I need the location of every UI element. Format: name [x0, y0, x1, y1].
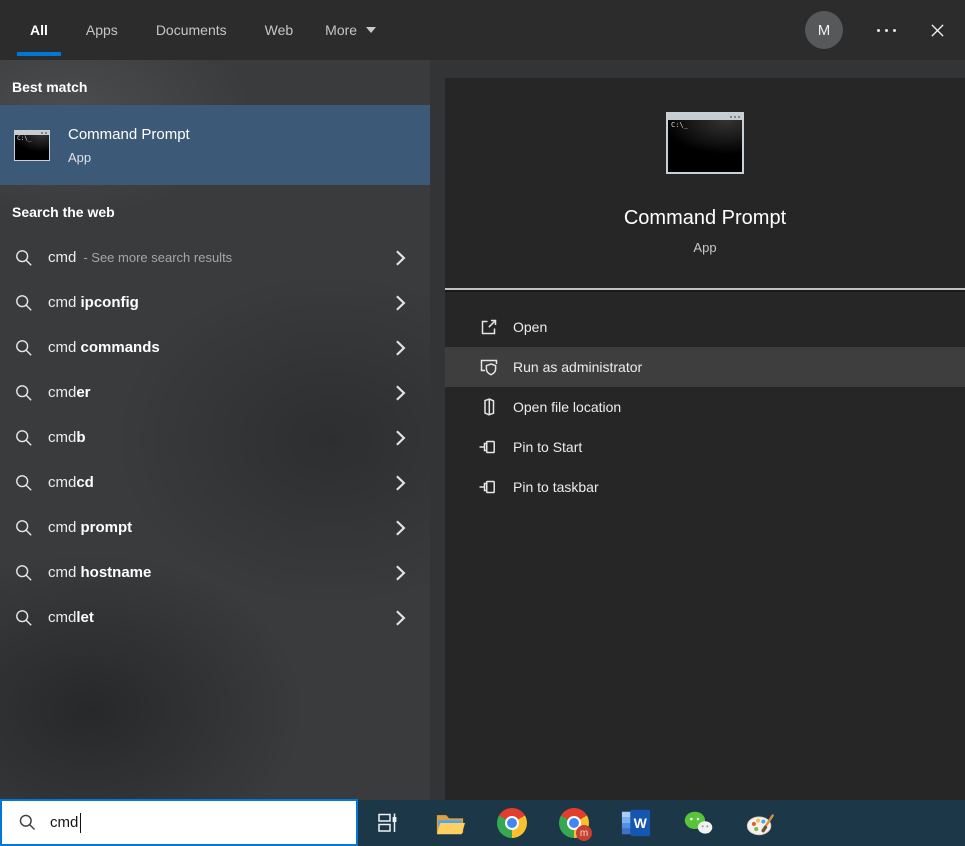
best-match-title: Command Prompt: [68, 126, 190, 143]
tab-label: More: [325, 22, 357, 38]
tab-label: All: [30, 22, 48, 38]
suggestion-text: cmder: [48, 384, 91, 401]
search-suggestion-row[interactable]: cmdb: [0, 415, 430, 460]
suggestion-text: cmdb: [48, 429, 86, 446]
action-label: Open: [513, 319, 547, 335]
web-suggestions-list: cmd- See more search results cmd ipconfi…: [0, 235, 430, 640]
search-suggestion-row[interactable]: cmdcd: [0, 460, 430, 505]
chevron-right-icon[interactable]: [395, 294, 406, 312]
pin-icon: [478, 476, 500, 498]
app-subtitle: App: [693, 240, 716, 255]
tab-documents[interactable]: Documents: [156, 0, 227, 60]
search-icon: [14, 608, 34, 628]
more-options-icon[interactable]: [869, 19, 904, 42]
pin-to-taskbar-action[interactable]: Pin to taskbar: [445, 467, 965, 507]
search-suggestion-row[interactable]: cmd hostname: [0, 550, 430, 595]
search-query-text: cmd: [50, 814, 78, 831]
search-input[interactable]: cmd: [0, 799, 358, 846]
app-title: Command Prompt: [624, 207, 786, 230]
wechat-icon[interactable]: [683, 808, 713, 838]
search-suggestion-row[interactable]: cmd- See more search results: [0, 235, 430, 280]
filter-tabs: All Apps Documents Web: [30, 0, 331, 60]
chevron-right-icon[interactable]: [395, 519, 406, 537]
search-icon: [14, 518, 34, 538]
divider: [445, 288, 965, 290]
open-file-location-action[interactable]: Open file location: [445, 387, 965, 427]
chevron-right-icon[interactable]: [395, 474, 406, 492]
action-label: Run as administrator: [513, 359, 642, 375]
task-view-icon[interactable]: [373, 808, 403, 838]
action-label: Pin to taskbar: [513, 479, 599, 495]
preview-panel: C:\_ Command Prompt App Open Run as admi…: [430, 60, 965, 800]
pin-to-start-action[interactable]: Pin to Start: [445, 427, 965, 467]
chevron-down-icon: [366, 27, 376, 33]
suggestion-text: cmdcd: [48, 474, 94, 491]
m-badge: m: [576, 825, 592, 841]
folder-icon: [478, 396, 500, 418]
search-the-web-header: Search the web: [12, 202, 430, 222]
chrome-profile-icon[interactable]: m: [559, 808, 589, 838]
command-prompt-icon-large: C:\_: [666, 112, 744, 174]
tab-label: Web: [265, 22, 294, 38]
chrome-icon[interactable]: [497, 808, 527, 838]
tab-all[interactable]: All: [30, 0, 48, 60]
search-suggestion-row[interactable]: cmd commands: [0, 325, 430, 370]
chevron-right-icon[interactable]: [395, 339, 406, 357]
suggestion-text: cmd ipconfig: [48, 294, 139, 311]
search-icon: [14, 473, 34, 493]
chevron-right-icon[interactable]: [395, 564, 406, 582]
best-match-subtitle: App: [68, 150, 190, 165]
search-suggestion-row[interactable]: cmd prompt: [0, 505, 430, 550]
run-as-admin-shield-icon: [478, 356, 500, 378]
tab-apps[interactable]: Apps: [86, 0, 118, 60]
search-icon: [14, 383, 34, 403]
tab-label: Documents: [156, 22, 227, 38]
paint3d-icon[interactable]: [745, 808, 775, 838]
suggestion-text: cmd commands: [48, 339, 160, 356]
tab-web[interactable]: Web: [265, 0, 294, 60]
action-label: Pin to Start: [513, 439, 582, 455]
app-preview-card: C:\_ Command Prompt App Open Run as admi…: [445, 78, 965, 800]
search-results-panel: Best match C:\_ Command Prompt App Searc…: [0, 60, 430, 800]
chevron-right-icon[interactable]: [395, 429, 406, 447]
topbar-controls: M: [805, 0, 955, 60]
search-icon: [18, 813, 37, 832]
search-icon: [14, 248, 34, 268]
best-match-result[interactable]: C:\_ Command Prompt App: [0, 105, 430, 185]
pin-icon: [478, 436, 500, 458]
search-filter-bar: All Apps Documents Web More M: [0, 0, 965, 60]
windows-search-panel: All Apps Documents Web More M Best match…: [0, 0, 965, 846]
open-icon: [478, 316, 500, 338]
suggestion-text: cmd- See more search results: [48, 249, 232, 266]
command-prompt-icon: C:\_: [14, 130, 50, 161]
chevron-right-icon[interactable]: [395, 384, 406, 402]
search-suggestion-row[interactable]: cmder: [0, 370, 430, 415]
search-icon: [14, 428, 34, 448]
taskbar: m W: [0, 800, 965, 846]
chevron-right-icon[interactable]: [395, 249, 406, 267]
best-match-header: Best match: [12, 77, 430, 97]
avatar[interactable]: M: [805, 11, 843, 49]
word-icon[interactable]: W: [621, 808, 651, 838]
search-suggestion-row[interactable]: cmd ipconfig: [0, 280, 430, 325]
suggestion-text: cmdlet: [48, 609, 94, 626]
search-icon: [14, 563, 34, 583]
svg-text:W: W: [634, 815, 648, 831]
suggestion-text: cmd hostname: [48, 564, 151, 581]
suggestion-text: cmd prompt: [48, 519, 132, 536]
run-as-administrator-action[interactable]: Run as administrator: [445, 347, 965, 387]
search-icon: [14, 293, 34, 313]
close-icon[interactable]: [920, 15, 955, 46]
search-icon: [14, 338, 34, 358]
search-suggestion-row[interactable]: cmdlet: [0, 595, 430, 640]
tab-label: Apps: [86, 22, 118, 38]
text-caret: [80, 813, 81, 833]
open-action[interactable]: Open: [445, 307, 965, 347]
chevron-right-icon[interactable]: [395, 609, 406, 627]
action-label: Open file location: [513, 399, 621, 415]
file-explorer-icon[interactable]: [435, 808, 465, 838]
context-actions-list: Open Run as administrator Open file loca…: [445, 307, 965, 507]
tab-more[interactable]: More: [325, 0, 376, 60]
